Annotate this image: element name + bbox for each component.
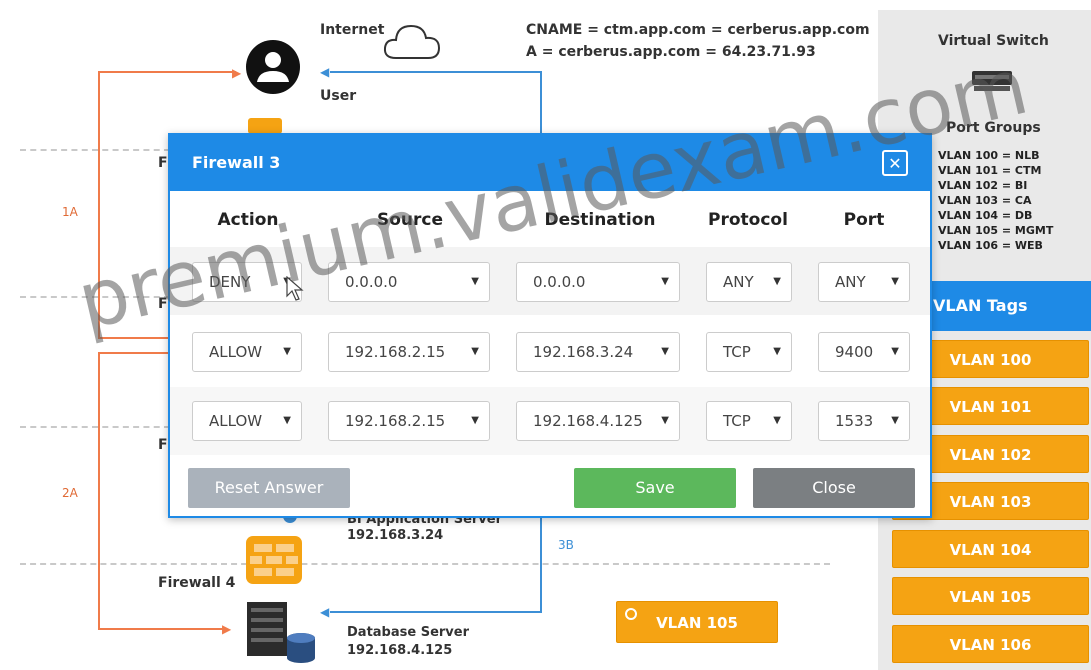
- protocol-value: ANY: [723, 273, 754, 291]
- user-label: User: [320, 88, 357, 104]
- db-server-ip: 192.168.4.125: [347, 643, 453, 658]
- port-value: 9400: [835, 343, 874, 361]
- zone-divider: [20, 563, 830, 565]
- destination-value: 192.168.3.24: [533, 343, 634, 361]
- dialog-title: Firewall 3: [192, 153, 281, 172]
- chevron-down-icon: ▼: [283, 346, 291, 357]
- chevron-down-icon: ▼: [661, 415, 669, 426]
- chevron-down-icon: ▼: [471, 346, 479, 357]
- action-value: ALLOW: [209, 412, 263, 430]
- destination-value: 192.168.4.125: [533, 412, 643, 430]
- action-select[interactable]: ALLOW ▼: [192, 332, 302, 372]
- source-select[interactable]: 192.168.2.15 ▼: [328, 401, 490, 441]
- reset-answer-button[interactable]: Reset Answer: [188, 468, 350, 508]
- chevron-down-icon: ▼: [283, 415, 291, 426]
- port-group-item: VLAN 106 = WEB: [938, 239, 1043, 252]
- user-icon[interactable]: [244, 38, 302, 96]
- port-select[interactable]: 1533 ▼: [818, 401, 910, 441]
- vlan105-dropped-chip[interactable]: VLAN 105: [616, 601, 778, 643]
- action-select[interactable]: ALLOW ▼: [192, 401, 302, 441]
- chip-dot-icon: [625, 608, 637, 620]
- port-value: 1533: [835, 412, 874, 430]
- vlan-tag-105[interactable]: VLAN 105: [892, 577, 1089, 615]
- internet-label: Internet: [320, 22, 385, 38]
- firewall4-label: Firewall 4: [158, 575, 236, 591]
- label-2a: 2A: [62, 486, 78, 500]
- database-server-icon[interactable]: [245, 602, 321, 664]
- flow-line-3b: [540, 518, 542, 613]
- save-button[interactable]: Save: [574, 468, 736, 508]
- flow-line-1a-top: [98, 71, 236, 73]
- zone-divider: [20, 149, 170, 151]
- chevron-down-icon: ▼: [891, 276, 899, 287]
- source-value: 192.168.2.15: [345, 412, 446, 430]
- flow-line-db: [330, 611, 542, 613]
- zone-divider: [20, 426, 170, 428]
- port-group-item: VLAN 105 = MGMT: [938, 224, 1054, 237]
- chevron-down-icon: ▼: [471, 276, 479, 287]
- label-3b: 3B: [558, 538, 574, 552]
- port-group-item: VLAN 102 = BI: [938, 179, 1028, 192]
- cloud-icon: [383, 24, 441, 59]
- chevron-down-icon: ▼: [661, 276, 669, 287]
- source-select[interactable]: 192.168.2.15 ▼: [328, 332, 490, 372]
- port-group-item: VLAN 101 = CTM: [938, 164, 1042, 177]
- port-group-item: VLAN 100 = NLB: [938, 149, 1040, 162]
- chevron-down-icon: ▼: [773, 276, 781, 287]
- arrow-head-icon: ▶: [232, 66, 242, 80]
- flow-line-2a: [98, 352, 100, 630]
- protocol-select[interactable]: TCP ▼: [706, 332, 792, 372]
- flow-line-2a-top: [98, 352, 168, 354]
- port-groups-list: VLAN 100 = NLB VLAN 101 = CTM VLAN 102 =…: [938, 148, 1053, 253]
- firewall-icon: [248, 118, 282, 134]
- vlan105-chip-label: VLAN 105: [656, 614, 738, 632]
- port-value: ANY: [835, 273, 866, 291]
- cname-record: CNAME = ctm.app.com = cerberus.app.com: [526, 22, 870, 38]
- vlan-tag-104[interactable]: VLAN 104: [892, 530, 1089, 568]
- a-record: A = cerberus.app.com = 64.23.71.93: [526, 44, 816, 60]
- flow-line-right: [540, 71, 542, 133]
- destination-select[interactable]: 192.168.3.24 ▼: [516, 332, 680, 372]
- port-select[interactable]: 9400 ▼: [818, 332, 910, 372]
- protocol-value: TCP: [723, 412, 751, 430]
- chevron-down-icon: ▼: [773, 346, 781, 357]
- bi-server-ip: 192.168.3.24: [347, 528, 444, 543]
- column-header-protocol: Protocol: [708, 210, 788, 230]
- protocol-value: TCP: [723, 343, 751, 361]
- action-value: ALLOW: [209, 343, 263, 361]
- flow-line-top: [330, 71, 542, 73]
- flow-line-2a-bottom: [98, 628, 226, 630]
- firewall-label-partial: F: [158, 155, 168, 171]
- db-server-name: Database Server: [347, 625, 470, 640]
- protocol-select[interactable]: TCP ▼: [706, 401, 792, 441]
- firewall-icon: [246, 536, 302, 584]
- chevron-down-icon: ▼: [891, 415, 899, 426]
- destination-select[interactable]: 0.0.0.0 ▼: [516, 262, 680, 302]
- label-1a: 1A: [62, 205, 78, 219]
- arrow-head-icon: ▶: [222, 622, 232, 636]
- chevron-down-icon: ▼: [891, 346, 899, 357]
- firewall-label-partial: F: [158, 437, 168, 453]
- protocol-select[interactable]: ANY ▼: [706, 262, 792, 302]
- column-header-port: Port: [843, 210, 885, 230]
- vlan-tag-106[interactable]: VLAN 106: [892, 625, 1089, 663]
- arrow-head-icon: ◀: [320, 605, 330, 619]
- arrow-head-icon: ◀: [320, 65, 330, 79]
- port-group-item: VLAN 104 = DB: [938, 209, 1033, 222]
- port-group-item: VLAN 103 = CA: [938, 194, 1032, 207]
- chevron-down-icon: ▼: [471, 415, 479, 426]
- source-value: 192.168.2.15: [345, 343, 446, 361]
- close-button[interactable]: Close: [753, 468, 915, 508]
- chevron-down-icon: ▼: [773, 415, 781, 426]
- destination-value: 0.0.0.0: [533, 273, 586, 291]
- chevron-down-icon: ▼: [661, 346, 669, 357]
- destination-select[interactable]: 192.168.4.125 ▼: [516, 401, 680, 441]
- port-select[interactable]: ANY ▼: [818, 262, 910, 302]
